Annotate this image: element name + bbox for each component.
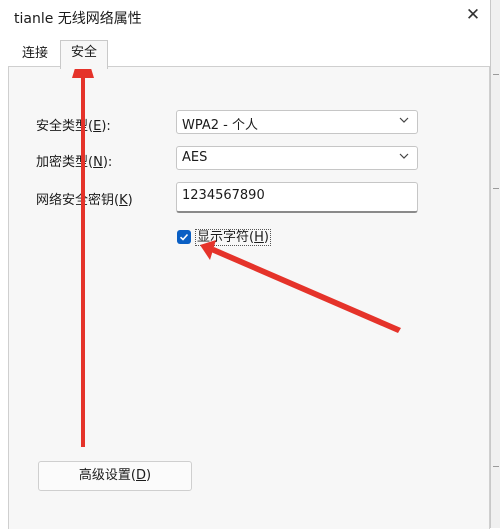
close-icon[interactable]: ✕ <box>462 4 484 26</box>
tab-security[interactable]: 安全 <box>60 40 108 69</box>
advanced-settings-button[interactable]: 高级设置(D) <box>38 461 192 491</box>
network-key-label: 网络安全密钥(K) <box>36 193 133 208</box>
window-title: tianle 无线网络属性 <box>14 11 142 27</box>
show-characters-checkbox[interactable] <box>177 230 191 244</box>
tab-connection[interactable]: 连接 <box>14 42 56 66</box>
background-divider <box>493 74 499 75</box>
title-bar: tianle 无线网络属性 ✕ <box>0 0 490 32</box>
network-key-input[interactable]: 1234567890 <box>176 182 418 213</box>
mnemonic-e: E <box>93 119 102 134</box>
chevron-down-icon <box>399 117 409 123</box>
advanced-settings-label: 高级设置 <box>78 468 131 483</box>
encryption-type-select[interactable]: AES <box>176 146 418 170</box>
mnemonic-h: H <box>254 230 264 245</box>
encryption-type-label-text: 加密类型 <box>36 155 89 170</box>
security-panel <box>8 66 490 529</box>
network-key-label-text: 网络安全密钥 <box>36 193 115 208</box>
security-type-select[interactable]: WPA2 - 个人 <box>176 110 418 134</box>
show-characters-label[interactable]: 显示字符(H) <box>195 229 271 246</box>
network-key-value: 1234567890 <box>182 188 265 203</box>
mnemonic-k: K <box>119 193 128 208</box>
mnemonic-d: D <box>136 468 147 483</box>
security-type-label-text: 安全类型 <box>36 119 89 134</box>
background-divider <box>493 466 499 467</box>
security-type-value: WPA2 - 个人 <box>182 118 258 133</box>
mnemonic-n: N <box>93 155 103 170</box>
chevron-down-icon <box>399 153 409 159</box>
background-divider <box>493 188 499 189</box>
background-window-edge <box>490 0 500 528</box>
show-characters-label-text: 显示字符 <box>197 230 250 245</box>
encryption-type-value: AES <box>182 150 208 165</box>
check-icon <box>179 233 189 241</box>
security-type-label: 安全类型(E): <box>36 119 111 134</box>
encryption-type-label: 加密类型(N): <box>36 155 113 170</box>
